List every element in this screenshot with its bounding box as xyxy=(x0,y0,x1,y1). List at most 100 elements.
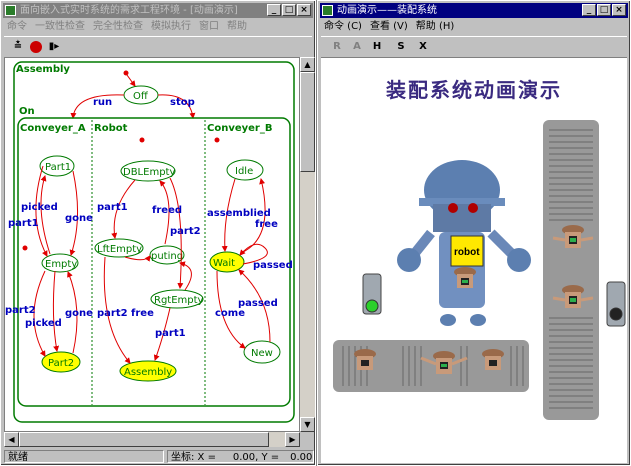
scroll-left-button[interactable]: ◀ xyxy=(4,432,19,447)
sensor-a-green-light xyxy=(362,273,382,315)
statechart-canvas[interactable]: Assembly Off run stop On Conveyer_A Robo… xyxy=(4,57,300,432)
transition-part2-robot-1: part2 xyxy=(170,226,201,237)
menu-view-v[interactable]: 查看 (V) xyxy=(370,19,408,34)
scroll-right-button[interactable]: ▶ xyxy=(285,432,300,447)
minimize-button[interactable]: _ xyxy=(267,4,281,16)
transition-part2-robot-2: part2 xyxy=(97,308,128,319)
menu-window[interactable]: 窗口 xyxy=(199,19,219,34)
maximize-button-right[interactable]: □ xyxy=(597,4,611,16)
transition-free-b: free xyxy=(255,219,278,230)
part-on-robot xyxy=(454,267,476,288)
transition-passed-1: passed xyxy=(253,260,293,271)
close-button-right[interactable]: × xyxy=(612,4,626,16)
sensor-b-dark-light xyxy=(606,281,626,327)
status-bar: 就绪 坐标: X = 0.00, Y = 0.00 xyxy=(4,450,314,464)
menu-bar: 命令 一致性检查 完全性检查 模拟执行 窗口 帮助 xyxy=(4,19,312,34)
menu-help[interactable]: 帮助 xyxy=(227,19,247,34)
animation-window-titlebar[interactable]: 动画演示——装配系统 _ □ × xyxy=(320,3,628,18)
transition-assemblied: assemblied xyxy=(207,208,271,219)
initial-dot-b xyxy=(214,137,220,143)
menu-bar-right: 命令 (C) 查看 (V) 帮助 (H) xyxy=(321,19,627,34)
app-icon xyxy=(5,5,16,16)
toolbar-x-button[interactable]: X xyxy=(415,39,431,55)
stop-icon[interactable] xyxy=(28,39,44,55)
toolbar-s-button[interactable]: S xyxy=(393,39,409,55)
robot-label: robot xyxy=(454,247,480,258)
state-empty-label: Empty xyxy=(45,259,77,270)
toolbar-h-button[interactable]: H xyxy=(369,39,385,55)
coord-y-label: Y = xyxy=(261,452,280,463)
state-part2-label: Part2 xyxy=(48,358,74,369)
state-assembly-label: Assembly xyxy=(124,367,172,378)
window-title: 面向嵌入式实时系统的需求工程环境 - [动画演示] xyxy=(20,5,238,16)
menu-completeness-check[interactable]: 完全性检查 xyxy=(93,19,143,34)
close-button[interactable]: × xyxy=(297,4,311,16)
scroll-thumb-vertical[interactable] xyxy=(300,72,315,172)
region-robot: Robot xyxy=(94,123,128,134)
state-lftempty-label: LftEmpty xyxy=(97,244,142,255)
transition-picked-1: picked xyxy=(21,202,58,213)
animation-canvas: 装配系统动画演示 robot xyxy=(321,58,627,463)
transition-stop-label: stop xyxy=(170,97,195,108)
state-new-label: New xyxy=(251,348,273,359)
assembly-scene: robot xyxy=(333,120,626,420)
transition-passed-2: passed xyxy=(238,298,278,309)
app-icon-right xyxy=(322,5,333,16)
toolbar-a-button[interactable]: A xyxy=(349,39,365,55)
menu-simulate[interactable]: 模拟执行 xyxy=(151,19,191,34)
status-coordinates: 坐标: X = 0.00, Y = 0.00 xyxy=(167,450,314,463)
menu-help-h[interactable]: 帮助 (H) xyxy=(416,19,455,34)
scroll-thumb-horizontal[interactable] xyxy=(19,432,269,447)
toolbar: ≛ ▮▸ xyxy=(4,36,312,58)
transition-gone-1: gone xyxy=(65,213,93,224)
scroll-down-button[interactable]: ▼ xyxy=(300,417,315,432)
toolbar-right: R A H S X xyxy=(321,36,627,58)
robot-figure: robot xyxy=(397,160,531,326)
state-off-label: Off xyxy=(133,91,149,102)
region-conveyer-b: Conveyer_B xyxy=(207,123,272,134)
part-on-conveyer-a-1 xyxy=(354,349,376,370)
minimize-button-right[interactable]: _ xyxy=(582,4,596,16)
transition-part2-a: part2 xyxy=(5,305,36,316)
region-conveyer-a: Conveyer_A xyxy=(20,123,86,134)
statechart-diagram: Assembly Off run stop On Conveyer_A Robo… xyxy=(5,61,295,423)
transition-gone-2: gone xyxy=(65,308,93,319)
state-rgtempty-label: RgtEmpty xyxy=(154,295,204,306)
menu-command-c[interactable]: 命令 (C) xyxy=(324,19,362,34)
horizontal-scrollbar[interactable]: ◀ ▶ xyxy=(4,432,300,447)
transition-freed: freed xyxy=(152,205,182,216)
statechart-window: 面向嵌入式实时系统的需求工程环境 - [动画演示] _ □ × 命令 一致性检查… xyxy=(0,0,316,466)
coord-x-label: 坐标: X = xyxy=(171,452,216,463)
step-icon[interactable]: ≛ xyxy=(10,39,26,55)
state-idle-label: Idle xyxy=(235,166,253,177)
initial-dot-robot xyxy=(139,137,145,143)
state-wait-label: Wait xyxy=(213,258,235,269)
toolbar-r-button[interactable]: R xyxy=(329,39,345,55)
state-on-label: On xyxy=(19,106,35,117)
status-ready: 就绪 xyxy=(4,450,164,463)
transition-part1-robot: part1 xyxy=(97,202,128,213)
conveyer-b-belt xyxy=(543,120,599,420)
transition-part1-a: part1 xyxy=(8,218,39,229)
pause-icon[interactable]: ▮▸ xyxy=(46,39,62,55)
menu-command[interactable]: 命令 xyxy=(7,19,27,34)
transition-free-robot: free xyxy=(131,308,154,319)
initial-dot-a xyxy=(22,245,28,251)
initial-dot xyxy=(123,70,129,76)
transition-run-label: run xyxy=(93,97,112,108)
menu-consistency-check[interactable]: 一致性检查 xyxy=(35,19,85,34)
vertical-scrollbar[interactable]: ▲ ▼ xyxy=(300,57,315,432)
animation-window-title: 动画演示——装配系统 xyxy=(337,5,437,16)
root-state-label: Assembly xyxy=(16,64,70,75)
transition-part1-robot-2: part1 xyxy=(155,328,186,339)
coord-y-value: 0.00 xyxy=(290,452,313,463)
statechart-window-titlebar[interactable]: 面向嵌入式实时系统的需求工程环境 - [动画演示] _ □ × xyxy=(3,3,313,18)
transition-picked-2: picked xyxy=(25,318,62,329)
state-dblempty-label: DBLEmpty xyxy=(123,167,175,178)
coord-x-value: 0.00 xyxy=(232,452,256,463)
state-puting-label: puting xyxy=(151,251,183,262)
maximize-button[interactable]: □ xyxy=(282,4,296,16)
animation-window: 动画演示——装配系统 _ □ × 命令 (C) 查看 (V) 帮助 (H) R … xyxy=(317,0,631,466)
state-part1-label: Part1 xyxy=(45,162,71,173)
scroll-up-button[interactable]: ▲ xyxy=(300,57,315,72)
